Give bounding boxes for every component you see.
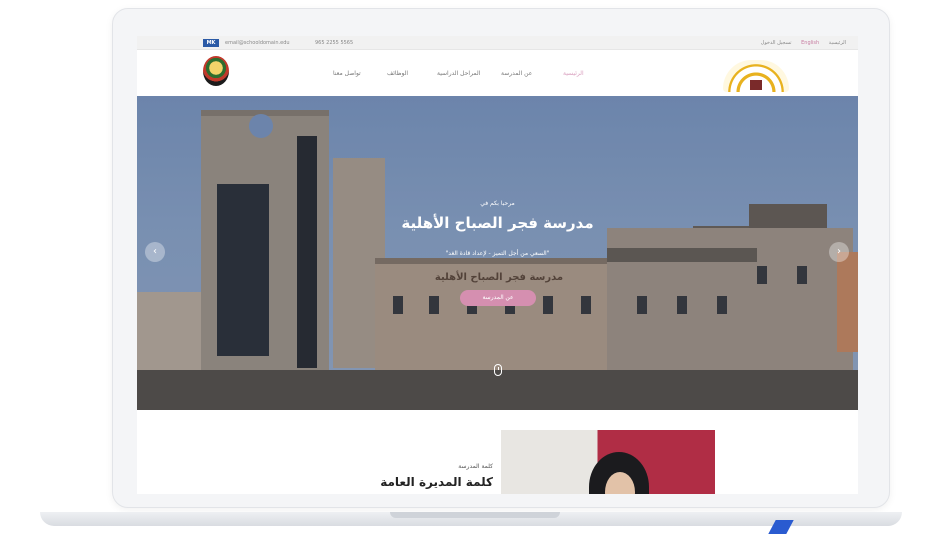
- nav-item-jobs[interactable]: الوظائف: [387, 70, 408, 77]
- language-switch[interactable]: English: [801, 40, 819, 46]
- slider-prev-arrow-icon[interactable]: ‹: [145, 242, 165, 262]
- principal-photo: [501, 430, 715, 494]
- hero-slogan: "السعي من أجل التميز - لإعداد قادة الغد": [445, 250, 550, 257]
- nav-item-home[interactable]: الرئيسية: [563, 70, 584, 77]
- principal-message-section: كلمة المدرسة كلمة المديرة العامة: [137, 410, 858, 494]
- language-flag-badge[interactable]: MK: [203, 39, 219, 47]
- website-screen: MK email@schooldomain.edu 965 2255 5565 …: [137, 36, 858, 494]
- section-kicker: كلمة المدرسة: [458, 463, 493, 470]
- login-link[interactable]: تسجيل الدخول: [761, 40, 792, 46]
- nav-item-stages[interactable]: المراحل الدراسية: [437, 70, 480, 77]
- nav-item-about[interactable]: عن المدرسة: [501, 70, 532, 77]
- main-navigation: الرئيسية عن المدرسة المراحل الدراسية الو…: [137, 50, 858, 96]
- top-bar: MK email@schooldomain.edu 965 2255 5565 …: [137, 36, 858, 50]
- nav-item-contact[interactable]: تواصل معنا: [333, 70, 361, 77]
- home-link[interactable]: الرئيسية: [829, 40, 846, 46]
- about-school-button[interactable]: عن المدرسة: [460, 290, 536, 306]
- top-bar-links: الرئيسية English تسجيل الدخول: [753, 40, 846, 46]
- hero-welcome: مرحبا بكم في: [480, 200, 515, 207]
- hero-title: مدرسة فجر الصباح الأهلية: [401, 214, 594, 232]
- presentation-stage: MK email@schooldomain.edu 965 2255 5565 …: [0, 0, 942, 534]
- school-logo[interactable]: [723, 60, 789, 92]
- laptop-notch: [390, 512, 560, 518]
- slider-next-arrow-icon[interactable]: ›: [829, 242, 849, 262]
- email-link[interactable]: email@schooldomain.edu: [225, 40, 290, 46]
- hero-slider: مدرسة فجر الصباح الأهلية مرحبا بكم في مد…: [137, 96, 858, 410]
- scroll-mouse-icon[interactable]: [494, 364, 502, 376]
- building-sign: مدرسة فجر الصباح الأهلية: [434, 272, 564, 283]
- phone-link[interactable]: 965 2255 5565: [315, 40, 353, 46]
- section-title: كلمة المديرة العامة: [380, 475, 493, 489]
- kuwait-emblem-logo[interactable]: [203, 56, 229, 86]
- nav-menu: الرئيسية عن المدرسة المراحل الدراسية الو…: [333, 70, 693, 82]
